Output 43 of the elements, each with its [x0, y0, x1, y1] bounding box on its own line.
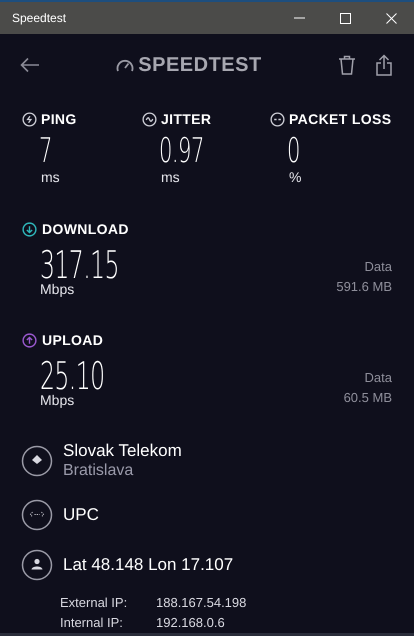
metric-label: PACKET LOSS [289, 110, 392, 129]
person-icon [21, 549, 53, 581]
ip-label: External IP: [60, 594, 128, 612]
jitter-icon [142, 112, 157, 127]
metric-value: 7 [39, 134, 53, 166]
speed-value: 317.15 [40, 246, 119, 280]
detail-title: UPC [63, 505, 99, 525]
back-arrow-icon [20, 56, 40, 72]
metric-value: 0.97 [159, 134, 205, 166]
minimize-icon [294, 17, 304, 19]
detail-title: Slovak Telekom [63, 441, 182, 461]
metric-label: PING [41, 110, 77, 129]
speed-label: DOWNLOAD [42, 220, 129, 239]
metric-unit: ms [41, 170, 61, 184]
data-label: Data [364, 369, 392, 387]
share-icon [375, 54, 393, 76]
metric-unit: ms [161, 170, 181, 184]
speed-unit: Mbps [40, 282, 76, 296]
detail-subtitle: Bratislava [63, 461, 134, 481]
loss-icon [270, 112, 285, 127]
data-amount: 591.6 MB [336, 278, 392, 296]
data-label: Data [364, 258, 392, 276]
close-icon [386, 12, 396, 24]
window-title: Speedtest [12, 10, 68, 27]
metric-value: 0 [287, 134, 301, 166]
server-icon [21, 445, 53, 477]
gauge-icon [116, 58, 134, 72]
speed-label: UPLOAD [42, 331, 104, 350]
speed-unit: Mbps [40, 393, 76, 407]
share-button[interactable] [374, 52, 394, 76]
metric-label: JITTER [161, 110, 212, 129]
speed-value: 25.10 [40, 357, 104, 391]
data-amount: 60.5 MB [344, 388, 392, 406]
metric-unit: % [289, 170, 302, 184]
speedtest-logo: SPEEDTEST [138, 52, 262, 78]
ip-address: 188.167.54.198 [156, 594, 248, 612]
network-icon [21, 499, 53, 531]
trash-icon [338, 54, 356, 74]
maximize-icon [340, 12, 350, 24]
ping-icon [22, 112, 37, 127]
ip-label: Internal IP: [60, 614, 124, 632]
detail-title: Lat 48.148 Lon 17.107 [63, 555, 234, 575]
ip-address: 192.168.0.6 [156, 614, 226, 632]
